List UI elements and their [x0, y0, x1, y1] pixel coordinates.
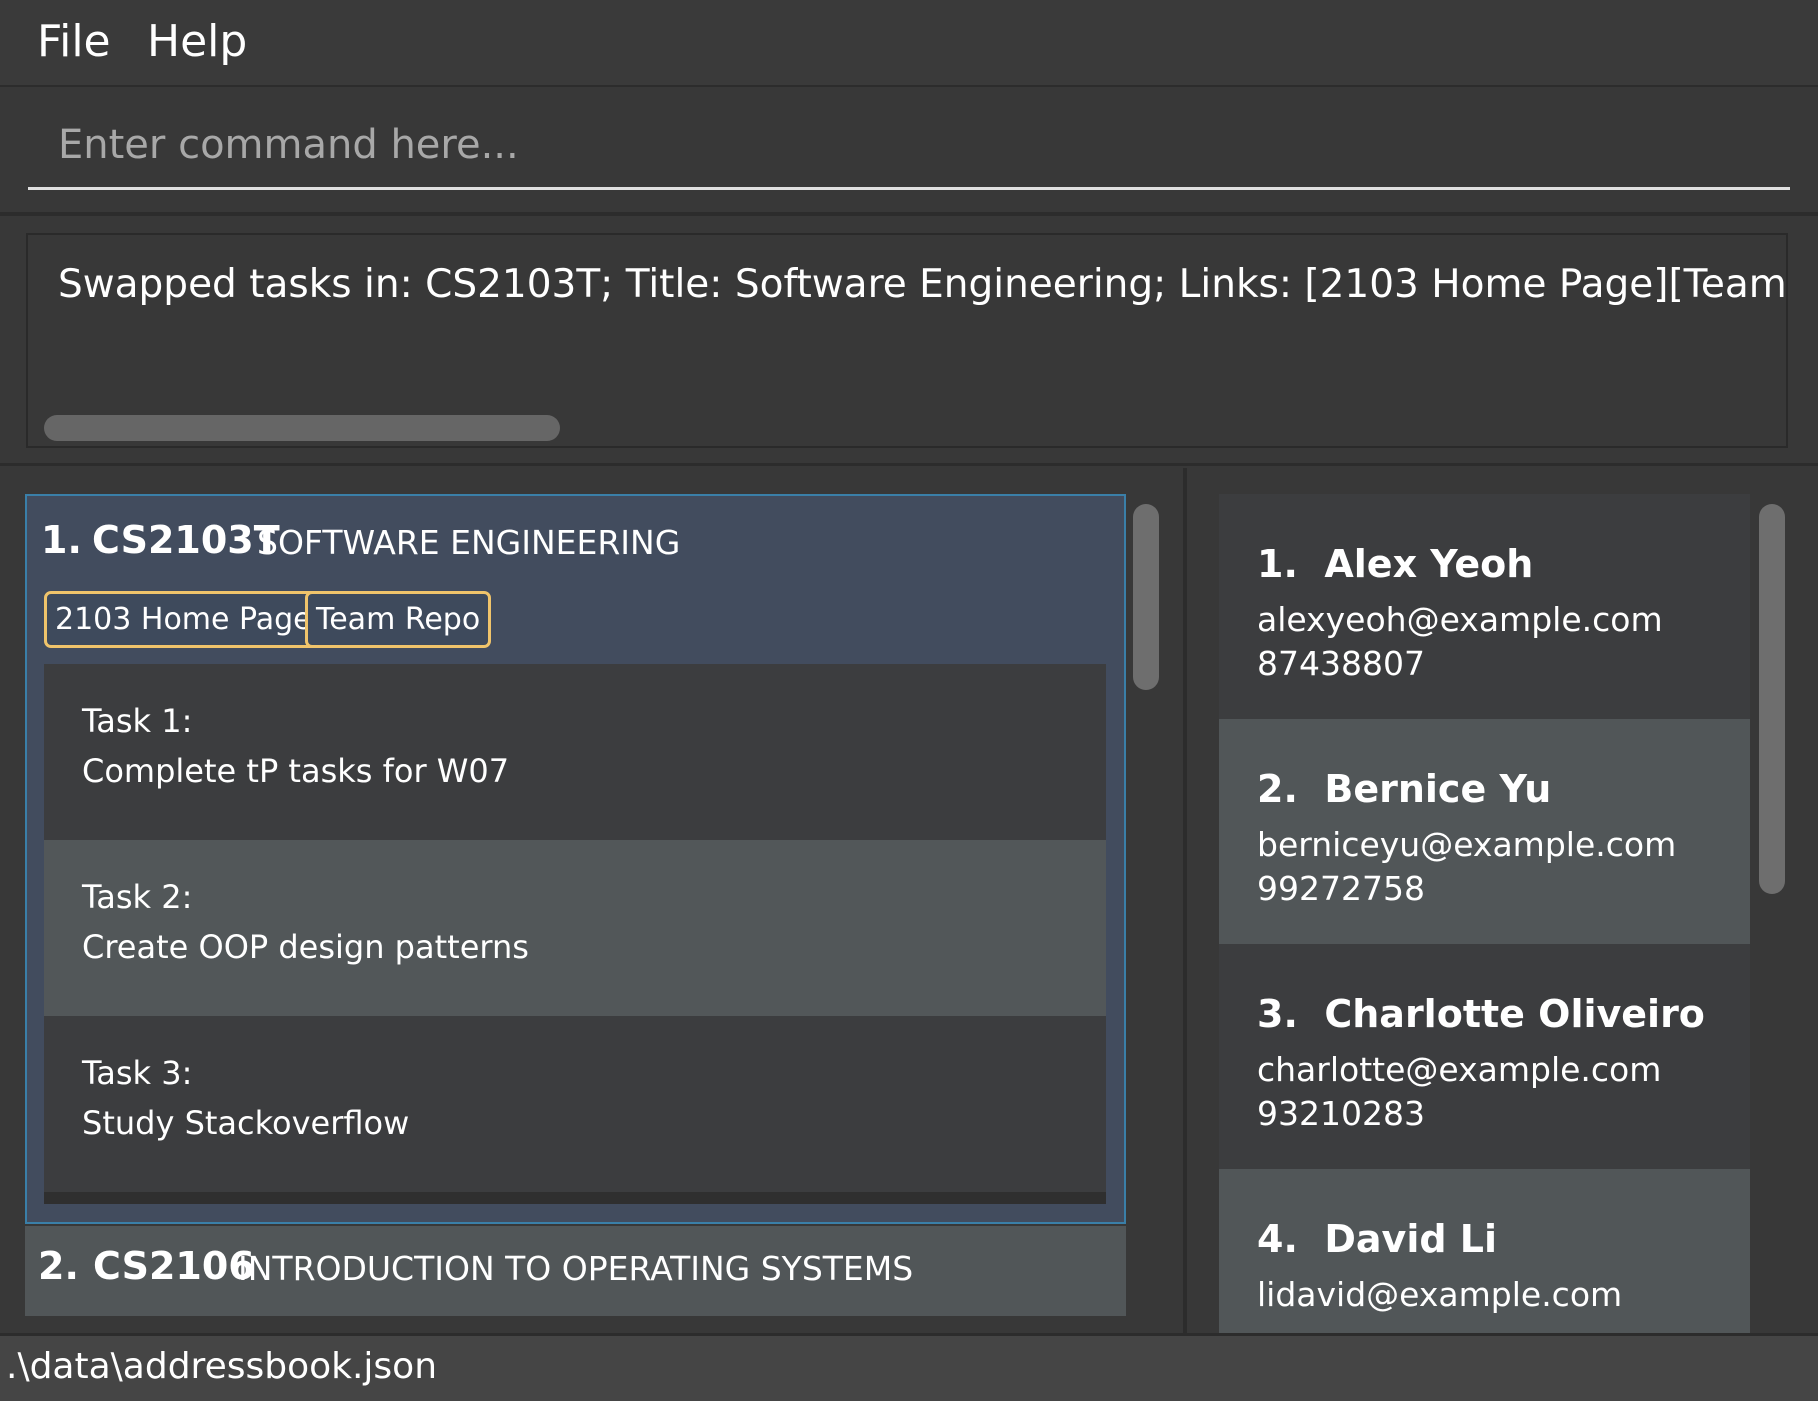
status-bar: .\data\addressbook.json [0, 1333, 1818, 1401]
result-display-container: Swapped tasks in: CS2103T; Title: Softwa… [0, 216, 1818, 466]
module-title: SOFTWARE ENGINEERING [257, 523, 681, 562]
link-tag[interactable]: Team Repo [305, 591, 492, 648]
task-item[interactable]: Task 2: Create OOP design patterns [44, 840, 1106, 1016]
link-tag[interactable]: 2103 Home Page [44, 591, 323, 648]
module-list-panel: 1. CS2103T SOFTWARE ENGINEERING 2103 Hom… [0, 468, 1187, 1333]
menu-help[interactable]: Help [147, 14, 247, 70]
command-input[interactable] [28, 102, 1790, 190]
menu-file[interactable]: File [37, 14, 111, 70]
result-display[interactable]: Swapped tasks in: CS2103T; Title: Softwa… [26, 233, 1788, 448]
menu-bar: File Help [0, 0, 1818, 87]
person-list-scrollbar[interactable] [1759, 504, 1785, 894]
person-email: berniceyu@example.com [1257, 825, 1677, 864]
module-code: CS2103T [92, 518, 280, 562]
task-label: Task 3: [82, 1054, 193, 1092]
module-card[interactable]: 2. CS2106 INTRODUCTION TO OPERATING SYST… [25, 1226, 1126, 1316]
horizontal-scrollbar[interactable] [44, 415, 560, 441]
module-card[interactable]: 1. CS2103T SOFTWARE ENGINEERING 2103 Hom… [25, 494, 1126, 1224]
module-index: 2. [38, 1244, 79, 1288]
module-title: INTRODUCTION TO OPERATING SYSTEMS [238, 1249, 914, 1288]
save-location: .\data\addressbook.json [6, 1346, 438, 1387]
task-description: Complete tP tasks for W07 [82, 752, 510, 790]
task-list: Task 1: Complete tP tasks for W07 Task 2… [44, 664, 1106, 1204]
person-card[interactable]: 4. David Li lidavid@example.com [1219, 1169, 1750, 1333]
task-description: Create OOP design patterns [82, 928, 529, 966]
task-label: Task 1: [82, 702, 193, 740]
person-email: lidavid@example.com [1257, 1275, 1623, 1314]
person-card[interactable]: 1. Alex Yeoh alexyeoh@example.com 874388… [1219, 494, 1750, 719]
task-item[interactable]: Task 3: Study Stackoverflow [44, 1016, 1106, 1192]
task-description: Study Stackoverflow [82, 1104, 410, 1142]
command-box [0, 88, 1818, 216]
module-list-scrollbar[interactable] [1133, 504, 1159, 690]
result-message: Swapped tasks in: CS2103T; Title: Softwa… [58, 262, 1788, 307]
module-index: 1. [41, 518, 82, 562]
person-email: alexyeoh@example.com [1257, 600, 1663, 639]
person-phone: 99272758 [1257, 869, 1425, 908]
person-name: 3. Charlotte Oliveiro [1257, 992, 1705, 1036]
person-name: 1. Alex Yeoh [1257, 542, 1534, 586]
person-list-panel: 1. Alex Yeoh alexyeoh@example.com 874388… [1191, 468, 1818, 1333]
task-label: Task 2: [82, 878, 193, 916]
person-email: charlotte@example.com [1257, 1050, 1662, 1089]
person-name: 2. Bernice Yu [1257, 767, 1552, 811]
task-item[interactable]: Task 1: Complete tP tasks for W07 [44, 664, 1106, 840]
person-phone: 93210283 [1257, 1094, 1425, 1133]
person-phone: 87438807 [1257, 644, 1425, 683]
person-card[interactable]: 2. Bernice Yu berniceyu@example.com 9927… [1219, 719, 1750, 944]
person-card[interactable]: 3. Charlotte Oliveiro charlotte@example.… [1219, 944, 1750, 1169]
person-name: 4. David Li [1257, 1217, 1498, 1261]
module-code: CS2106 [93, 1244, 255, 1288]
